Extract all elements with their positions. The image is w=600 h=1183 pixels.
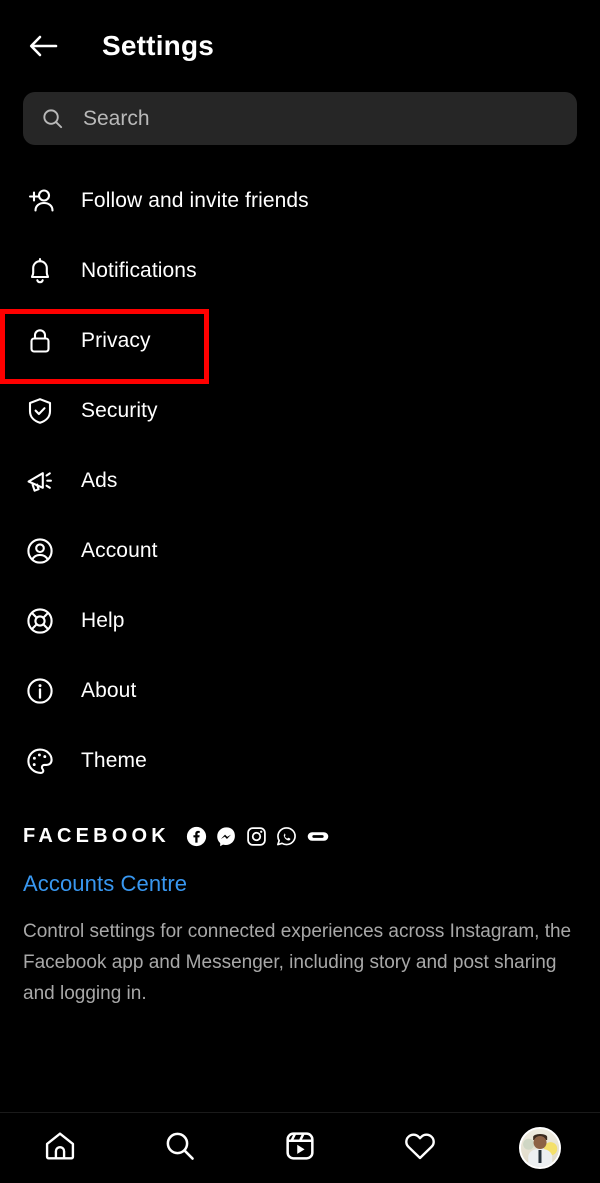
facebook-family-icons	[186, 826, 330, 847]
menu-item-account[interactable]: Account	[0, 516, 600, 586]
megaphone-icon	[23, 464, 57, 498]
nav-activity[interactable]	[390, 1118, 450, 1178]
bottom-navigation-bar	[0, 1112, 600, 1183]
menu-item-label: Help	[81, 609, 125, 632]
page-title: Settings	[102, 30, 215, 61]
lifebuoy-icon	[23, 604, 57, 638]
messenger-icon	[216, 826, 237, 847]
nav-reels[interactable]	[270, 1118, 330, 1178]
menu-item-follow-and-invite-friends[interactable]: Follow and invite friends	[0, 166, 600, 236]
info-circle-icon	[23, 674, 57, 708]
header-bar: Settings	[0, 0, 600, 92]
search-placeholder: Search	[83, 106, 150, 130]
person-circle-icon	[23, 534, 57, 568]
search-icon	[41, 107, 64, 130]
nav-profile[interactable]	[510, 1118, 570, 1178]
home-icon	[43, 1129, 77, 1168]
facebook-brand-row: FACEBOOK	[23, 821, 577, 851]
arrow-left-icon	[29, 35, 58, 57]
search-input[interactable]: Search	[23, 92, 577, 145]
menu-item-label: Notifications	[81, 259, 197, 282]
settings-menu: Follow and invite friends Notifications …	[0, 166, 600, 796]
nav-home[interactable]	[30, 1118, 90, 1178]
reels-icon	[284, 1130, 316, 1167]
menu-item-about[interactable]: About	[0, 656, 600, 726]
facebook-section-description: Control settings for connected experienc…	[23, 921, 572, 1004]
facebook-icon	[186, 826, 207, 847]
avatar-head	[533, 1135, 547, 1149]
avatar-tie	[538, 1150, 542, 1164]
menu-item-privacy[interactable]: Privacy	[0, 306, 600, 384]
lock-icon	[23, 324, 57, 358]
search-section: Search	[0, 92, 600, 145]
menu-item-label: About	[81, 679, 137, 702]
oculus-icon	[306, 826, 330, 847]
avatar[interactable]	[519, 1127, 561, 1169]
menu-item-label: Account	[81, 539, 158, 562]
menu-item-ads[interactable]: Ads	[0, 446, 600, 516]
heart-icon	[403, 1129, 437, 1168]
menu-item-theme[interactable]: Theme	[0, 726, 600, 796]
menu-item-label: Privacy	[81, 329, 151, 352]
bell-icon	[23, 254, 57, 288]
instagram-icon	[246, 826, 267, 847]
facebook-brand-label: FACEBOOK	[23, 824, 170, 847]
back-button[interactable]	[22, 25, 64, 67]
menu-item-label: Security	[81, 399, 158, 422]
whatsapp-icon	[276, 826, 297, 847]
accounts-centre-link[interactable]: Accounts Centre	[23, 871, 577, 897]
menu-item-security[interactable]: Security	[0, 376, 600, 446]
settings-screen: Settings Search Follow and invite friend…	[0, 0, 600, 1183]
menu-item-help[interactable]: Help	[0, 586, 600, 656]
shield-check-icon	[23, 394, 57, 428]
menu-item-label: Ads	[81, 469, 118, 492]
facebook-section: FACEBOOK Accounts Centre Control setting…	[0, 796, 600, 1009]
menu-item-label: Theme	[81, 749, 147, 772]
search-icon	[164, 1130, 196, 1167]
menu-item-label: Follow and invite friends	[81, 189, 309, 212]
person-add-icon	[23, 184, 57, 218]
palette-icon	[23, 744, 57, 778]
nav-search[interactable]	[150, 1118, 210, 1178]
menu-item-notifications[interactable]: Notifications	[0, 236, 600, 306]
